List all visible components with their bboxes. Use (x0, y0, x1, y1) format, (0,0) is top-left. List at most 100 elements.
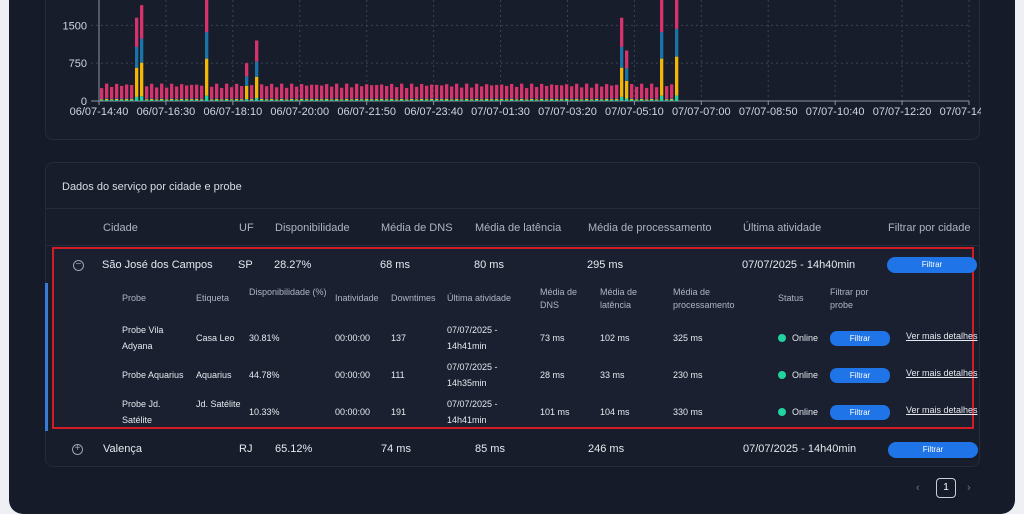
filter-probe-button[interactable]: Filtrar (830, 368, 890, 383)
divider (46, 245, 979, 246)
chart-bar-segment (600, 98, 604, 100)
chart-bar-segment (230, 100, 234, 101)
details-link[interactable]: Ver mais detalhes (906, 405, 978, 415)
app-frame: 0 750 1500 06/07-14:40 06/07-16:30 06/07-18:1… (9, 0, 1015, 514)
chart-bar-segment (610, 85, 614, 99)
chart-bar-segment (330, 86, 334, 99)
chart-bar-segment (440, 99, 444, 101)
chevron-right-icon[interactable]: › (967, 482, 971, 494)
chart-bar-segment (100, 98, 104, 100)
chart-bar-segment (235, 99, 239, 101)
x-tick-label: 07/07-14:40 (940, 106, 981, 118)
chart-bar-segment (535, 100, 539, 101)
chart-bar-segment (590, 100, 594, 101)
x-tick-label: 07/07-07:00 (672, 106, 731, 118)
chart-bar-segment (460, 100, 464, 101)
chart-bar-segment (625, 98, 629, 101)
chart-bar-segment (400, 98, 404, 99)
chart-bar-segment (450, 86, 454, 99)
row-dns: 68 ms (380, 259, 410, 271)
x-tick-label: 06/07-14:40 (70, 106, 129, 118)
chart-bar-segment (140, 62, 144, 97)
chart-bar-segment (355, 98, 359, 100)
chart-bar-segment (645, 98, 649, 100)
filter-probe-button[interactable]: Filtrar (830, 405, 890, 420)
chart-bar-segment (380, 84, 384, 99)
chart-bar-segment (455, 99, 459, 101)
chart-bar-segment (595, 98, 599, 99)
chart-bar-segment (450, 99, 454, 101)
chart-bar-segment (395, 98, 399, 100)
chart-bar-segment (340, 100, 344, 101)
chart-bar-segment (285, 98, 289, 100)
chart-bar-segment (545, 100, 549, 101)
chart-bar-segment (345, 83, 349, 99)
chart-bar-segment (165, 100, 169, 101)
page-1-button[interactable]: 1 (936, 478, 956, 498)
chart-bar-segment (335, 99, 339, 101)
chart-bar-segment (150, 99, 154, 101)
probe-header-inatividade: Inatividade (335, 293, 379, 303)
probe-header-dns: Média de DNS (540, 287, 578, 310)
chart-bar-segment (350, 98, 354, 100)
chart-bar-segment (160, 83, 164, 99)
details-link[interactable]: Ver mais detalhes (906, 331, 978, 341)
chart-bar-segment (185, 100, 189, 101)
chart-bar-segment (490, 99, 494, 101)
chart-bar-segment (440, 85, 444, 99)
chart-bar-segment (475, 98, 479, 99)
collapse-icon[interactable]: − (73, 260, 84, 271)
chart-bar-segment (365, 84, 369, 99)
chart-bar-segment (565, 84, 569, 99)
filter-city-button[interactable]: Filtrar (887, 257, 977, 273)
chart-bar-segment (475, 99, 479, 101)
chart-bar-segment (300, 84, 304, 99)
chart-bar-segment (265, 100, 269, 101)
probe-status: Online (792, 333, 819, 343)
chart-bar-segment (540, 98, 544, 99)
chart-bar-segment (125, 99, 129, 101)
chart-bar-segment (620, 46, 624, 68)
probe-etiqueta: Aquarius (196, 370, 232, 380)
chart-bar-segment (360, 86, 364, 99)
probe-disponibilidade: 30.81% (249, 333, 280, 343)
expand-icon[interactable]: + (72, 444, 83, 455)
chart-bar-segment (110, 98, 114, 100)
chart-bar-segment (330, 98, 334, 100)
chart-bar-segment (670, 99, 674, 101)
chart-bar-segment (130, 98, 134, 100)
chart-bar-segment (290, 98, 294, 100)
chart-bar-segment (305, 99, 309, 101)
chart-bar-segment (175, 98, 179, 100)
details-link[interactable]: Ver mais detalhes (906, 368, 978, 378)
filter-city-button[interactable]: Filtrar (888, 442, 978, 458)
probe-inatividade: 00:00:00 (335, 370, 371, 380)
chart-bar-segment (465, 98, 469, 99)
chart-bar-segment (495, 99, 499, 101)
chart-bar-segment (630, 84, 634, 99)
chart-bar-segment (280, 99, 284, 101)
chart-bar-segment (550, 84, 554, 99)
probe-ultima: 07/07/2025 - 14h41min (447, 399, 498, 425)
chart-bar-segment (570, 99, 574, 101)
probe-latencia: 104 ms (600, 407, 630, 417)
chart-bar-segment (365, 99, 369, 101)
x-tick-label: 06/07-18:10 (203, 106, 262, 118)
probe-header-disponibilidade: Disponibilidade (%) (249, 287, 327, 297)
chevron-left-icon[interactable]: ‹ (916, 482, 920, 494)
chart-bar-segment (205, 58, 209, 96)
chart-bar-segment (250, 85, 254, 99)
chart-bar-segment (665, 99, 669, 101)
chart-bar-segment (400, 98, 404, 100)
chart-bar-segment (295, 100, 299, 101)
row-uf: SP (238, 259, 253, 271)
chart-bar-segment (155, 100, 159, 101)
y-tick-label: 1500 (63, 20, 87, 32)
chart-bar-segment (660, 32, 664, 59)
filter-probe-button[interactable]: Filtrar (830, 331, 890, 346)
row-disponibilidade: 65.12% (275, 443, 313, 455)
chart-bar-segment (230, 87, 234, 99)
chart-bar-segment (190, 84, 194, 99)
chart-bar-segment (135, 67, 139, 97)
chart-bar-segment (605, 99, 609, 101)
